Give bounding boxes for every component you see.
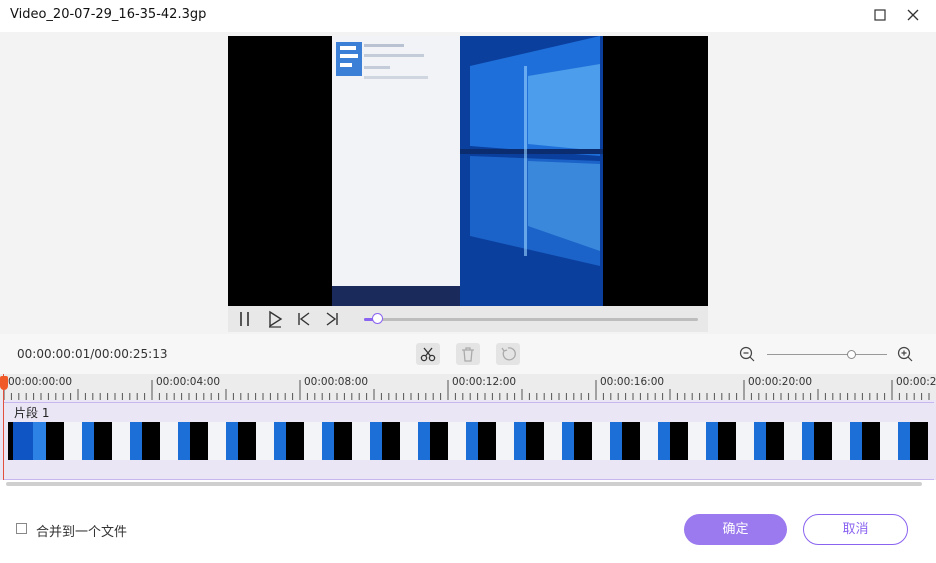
play-icon xyxy=(269,310,283,328)
ruler-label: 00:00:20:00 xyxy=(748,376,813,388)
window-title: Video_20-07-29_16-35-42.3gp xyxy=(10,7,207,22)
footer: 合并到一个文件 确定 取消 xyxy=(0,487,936,563)
ruler-label: 00:00:04:00 xyxy=(156,376,221,388)
filmstrip-frame xyxy=(824,422,872,460)
filmstrip-frame xyxy=(104,422,152,460)
trash-icon xyxy=(462,347,474,362)
filmstrip-frame xyxy=(392,422,440,460)
cut-button[interactable] xyxy=(416,343,440,365)
reset-button[interactable] xyxy=(496,343,520,365)
timecode: 00:00:00:01/00:00:25:13 xyxy=(17,347,168,361)
close-button[interactable] xyxy=(902,6,924,26)
zoom-out-button[interactable] xyxy=(739,346,755,362)
prev-frame-button[interactable] xyxy=(295,310,313,328)
playhead-handle[interactable] xyxy=(0,376,8,390)
maximize-icon xyxy=(874,9,886,21)
filmstrip-frame xyxy=(728,422,776,460)
segment-track[interactable]: 片段 1 xyxy=(0,400,936,480)
zoom-in-icon xyxy=(897,346,913,362)
scissors-icon xyxy=(420,347,436,362)
next-frame-button[interactable] xyxy=(323,310,341,328)
zoom-slider[interactable] xyxy=(767,350,887,359)
playback-progress[interactable] xyxy=(364,313,698,324)
ruler-label: 00:00:08:00 xyxy=(304,376,369,388)
filmstrip-frame xyxy=(776,422,824,460)
filmstrip-frame xyxy=(152,422,200,460)
close-icon xyxy=(907,9,919,21)
next-frame-icon xyxy=(326,312,338,326)
ruler-label: 00:00:16:00 xyxy=(600,376,665,388)
filmstrip-frame xyxy=(56,422,104,460)
merge-checkbox[interactable] xyxy=(16,523,27,534)
filmstrip-frame xyxy=(248,422,296,460)
progress-knob[interactable] xyxy=(372,313,384,324)
reset-icon xyxy=(501,347,516,361)
ok-button[interactable]: 确定 xyxy=(684,514,787,545)
filmstrip-frame xyxy=(344,422,392,460)
play-button[interactable] xyxy=(266,310,284,328)
timeline-ruler[interactable]: 00:00:00:00 00:00:04:00 00:00:08:00 00:00:1… xyxy=(0,374,936,400)
filmstrip-frame xyxy=(296,422,344,460)
filmstrip-frame xyxy=(632,422,680,460)
video-preview xyxy=(228,36,708,306)
maximize-button[interactable] xyxy=(869,6,891,26)
zoom-in-button[interactable] xyxy=(897,346,913,362)
player-controls xyxy=(228,306,708,332)
filmstrip-frame xyxy=(872,422,920,460)
cancel-button[interactable]: 取消 xyxy=(803,514,908,545)
filmstrip-frame xyxy=(440,422,488,460)
filmstrip-frame xyxy=(536,422,584,460)
filmstrip-frame xyxy=(200,422,248,460)
filmstrip-frame xyxy=(584,422,632,460)
filmstrip-frame xyxy=(488,422,536,460)
merge-label: 合并到一个文件 xyxy=(36,525,128,540)
ruler-label: 00:00:12:00 xyxy=(452,376,517,388)
filmstrip-frame xyxy=(920,422,928,460)
delete-button[interactable] xyxy=(456,343,480,365)
filmstrip-frame xyxy=(680,422,728,460)
pause-icon xyxy=(240,312,249,326)
filmstrip-frame xyxy=(8,422,56,460)
filmstrip xyxy=(8,422,928,460)
title-bar: Video_20-07-29_16-35-42.3gp xyxy=(0,0,936,32)
prev-frame-icon xyxy=(298,312,310,326)
filmstrip-thumbnails xyxy=(8,422,928,460)
timeline-scrollbar[interactable] xyxy=(6,482,922,486)
edit-toolbar: 00:00:00:01/00:00:25:13 xyxy=(0,334,936,374)
video-frame xyxy=(228,36,708,306)
pause-button[interactable] xyxy=(236,310,254,328)
segment-label: 片段 1 xyxy=(14,406,50,420)
ruler-label: 00:00:00:00 xyxy=(8,376,73,388)
zoom-out-icon xyxy=(739,346,755,362)
ruler-label: 00:00:24:00 xyxy=(896,376,936,388)
zoom-slider-knob[interactable] xyxy=(847,350,856,359)
